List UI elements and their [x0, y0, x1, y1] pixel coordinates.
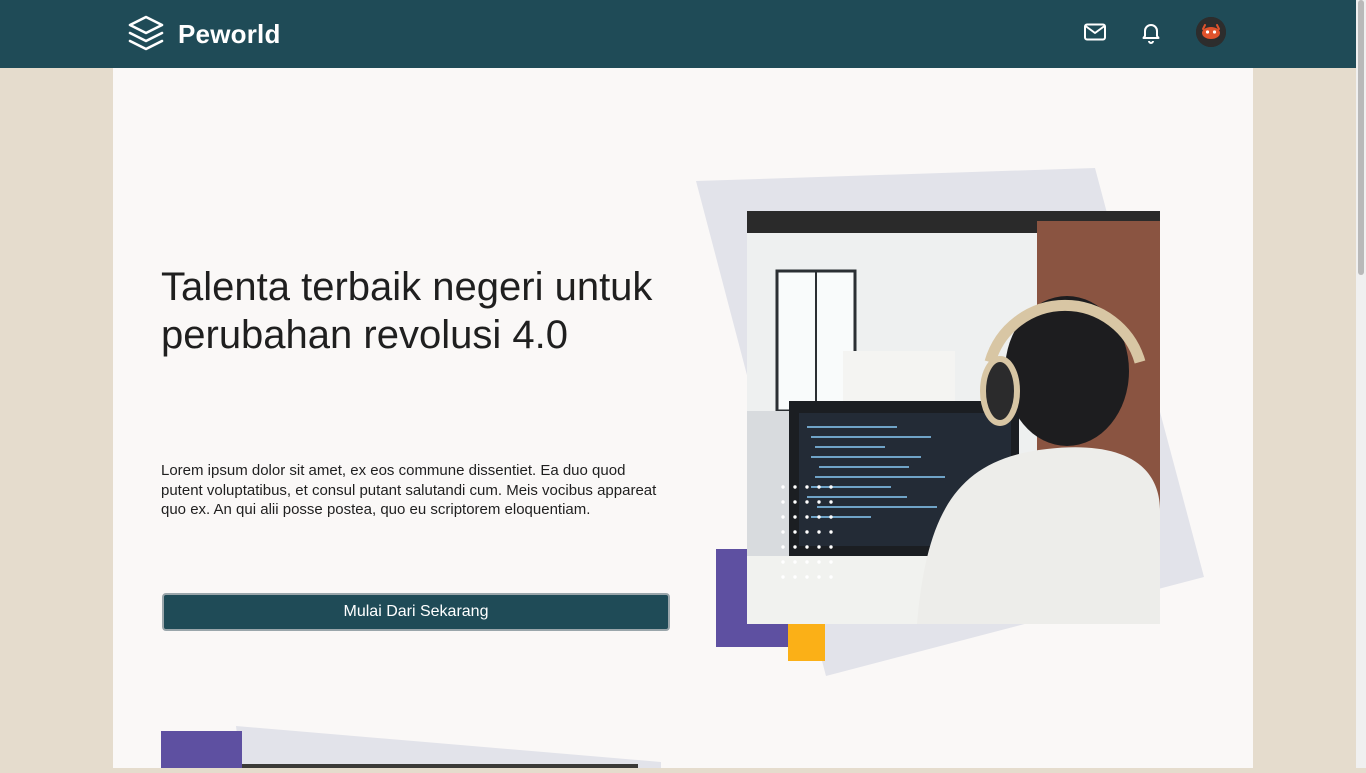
top-navbar: Peworld: [0, 0, 1356, 68]
hero-photo: [747, 211, 1160, 624]
brand-name: Peworld: [178, 18, 281, 49]
avatar[interactable]: [1196, 17, 1226, 47]
hero-title: Talenta terbaik negeri untuk perubahan r…: [161, 265, 653, 357]
navbar-actions: [1080, 17, 1226, 47]
scrollbar-thumb[interactable]: [1358, 0, 1364, 275]
next-section-preview: [161, 726, 661, 768]
layers-logo-icon: [128, 15, 164, 51]
get-started-button[interactable]: Mulai Dari Sekarang: [162, 593, 670, 631]
bell-icon[interactable]: [1136, 17, 1166, 47]
main-content: Talenta terbaik negeri untuk perubahan r…: [113, 68, 1253, 768]
hero-illustration: [693, 163, 1213, 683]
page-scrollbar[interactable]: [1356, 0, 1366, 768]
hero-description: Lorem ipsum dolor sit amet, ex eos commu…: [161, 462, 657, 518]
mail-icon[interactable]: [1080, 17, 1110, 47]
brand[interactable]: Peworld: [126, 14, 281, 54]
